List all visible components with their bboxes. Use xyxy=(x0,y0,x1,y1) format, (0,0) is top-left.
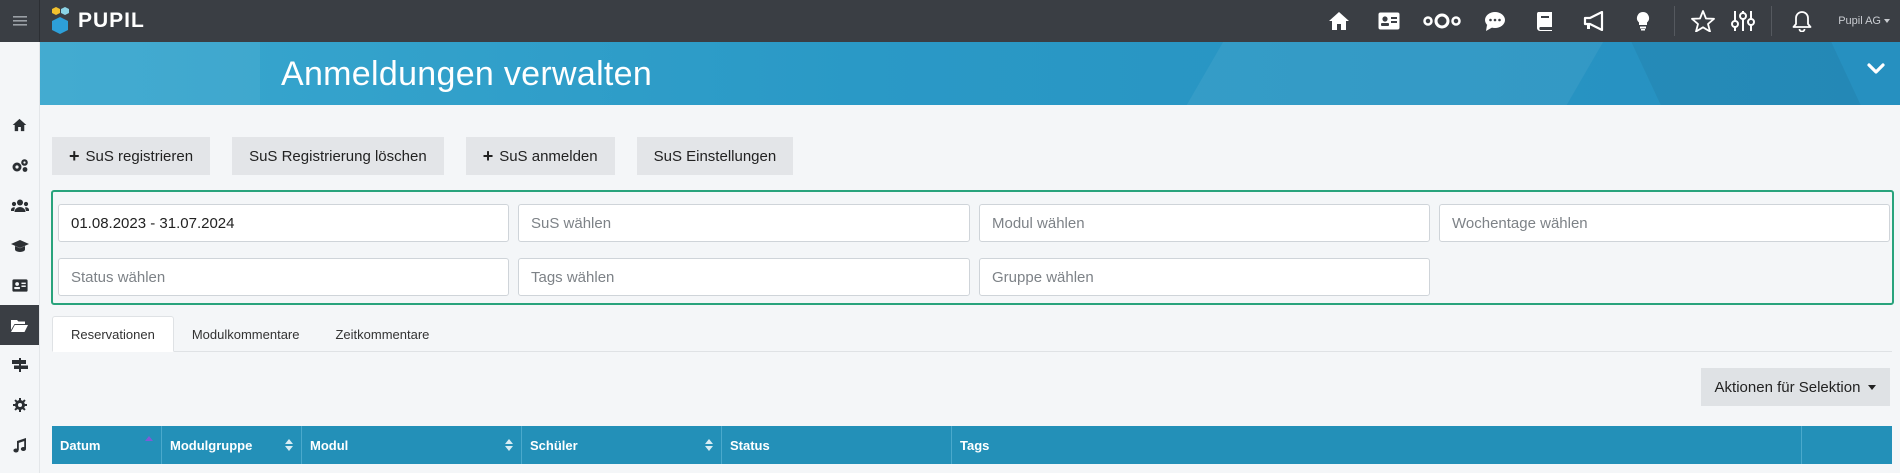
weekdays-select[interactable]: Wochentage wählen xyxy=(1439,204,1890,242)
register-students-button[interactable]: + SuS registrieren xyxy=(52,137,211,175)
sidebar-item-signs[interactable] xyxy=(0,345,39,385)
tab-bar: Reservationen Modulkommentare Zeitkommen… xyxy=(52,316,1892,352)
column-header-tags[interactable]: Tags xyxy=(952,426,1802,464)
tab-module-comments[interactable]: Modulkommentare xyxy=(174,316,318,352)
action-toolbar: + SuS registrieren SuS Registrierung lös… xyxy=(52,137,794,175)
page-header-banner: Anmeldungen verwalten xyxy=(0,42,1900,105)
sort-icon xyxy=(705,439,713,451)
navbar-divider xyxy=(1674,6,1676,36)
plus-icon: + xyxy=(69,146,80,166)
sidebar-item-home[interactable] xyxy=(0,105,39,145)
nav-favorites-button[interactable] xyxy=(1683,0,1723,42)
tab-time-comments[interactable]: Zeitkommentare xyxy=(317,316,447,352)
chevron-down-icon xyxy=(1867,63,1885,74)
music-note-icon xyxy=(12,437,26,452)
sidebar-item-configuration[interactable] xyxy=(0,385,39,425)
app-logo[interactable]: PUPIL xyxy=(50,6,145,36)
page-title: Anmeldungen verwalten xyxy=(281,55,653,93)
sidebar-item-users[interactable] xyxy=(0,185,39,225)
tab-reservations[interactable]: Reservationen xyxy=(52,316,174,352)
caret-down-icon xyxy=(1868,384,1877,390)
date-range-input[interactable]: 01.08.2023 - 31.07.2024 xyxy=(58,204,509,242)
sort-ascending-icon xyxy=(145,436,153,441)
logo-hexagons-icon xyxy=(52,7,69,34)
cogs-icon xyxy=(12,158,28,172)
students-select[interactable]: SuS wählen xyxy=(518,204,970,242)
header-collapse-button[interactable] xyxy=(1866,62,1886,81)
users-icon xyxy=(10,199,29,212)
graduation-cap-icon xyxy=(10,239,29,252)
enroll-students-button[interactable]: + SuS anmelden xyxy=(465,137,615,175)
plus-icon: + xyxy=(482,146,494,166)
sidebar-item-registrations[interactable] xyxy=(0,305,39,345)
nav-nextcloud-button[interactable] xyxy=(1414,0,1470,42)
table-header: Datum Modulgruppe Modul Schüler Status T… xyxy=(52,426,1892,464)
sort-icon xyxy=(285,439,293,451)
column-header-date[interactable]: Datum xyxy=(52,426,162,464)
nav-book-button[interactable] xyxy=(1520,0,1570,42)
signpost-icon xyxy=(11,358,28,372)
id-card-icon xyxy=(11,278,28,292)
hamburger-icon xyxy=(12,16,27,26)
column-header-status[interactable]: Status xyxy=(722,426,952,464)
menu-toggle-button[interactable] xyxy=(0,0,40,42)
gear-icon xyxy=(12,398,27,412)
nextcloud-icon xyxy=(1423,13,1461,29)
filter-panel: 01.08.2023 - 31.07.2024 SuS wählen Modul… xyxy=(51,190,1894,305)
sort-icon xyxy=(505,439,513,451)
lightbulb-icon xyxy=(1637,11,1650,31)
sliders-icon xyxy=(1731,11,1756,31)
module-select[interactable]: Modul wählen xyxy=(979,204,1430,242)
column-header-module[interactable]: Modul xyxy=(302,426,522,464)
nav-filters-button[interactable] xyxy=(1723,0,1763,42)
selection-actions-dropdown[interactable]: Aktionen für Selektion xyxy=(1701,368,1890,406)
tags-select[interactable]: Tags wählen xyxy=(518,258,970,296)
id-card-icon xyxy=(1378,12,1400,30)
navbar-divider xyxy=(1771,6,1773,36)
star-icon xyxy=(1691,10,1716,32)
sidebar-item-music[interactable] xyxy=(0,425,39,465)
student-settings-button[interactable]: SuS Einstellungen xyxy=(636,137,794,175)
megaphone-icon xyxy=(1584,11,1604,31)
bell-icon xyxy=(1792,11,1812,32)
chevron-down-icon xyxy=(1884,19,1890,23)
status-select[interactable]: Status wählen xyxy=(58,258,509,296)
sidebar-item-contacts[interactable] xyxy=(0,265,39,305)
folder-open-icon xyxy=(11,319,28,332)
top-navbar: PUPIL Pupil AG xyxy=(0,0,1900,42)
sidebar-item-education[interactable] xyxy=(0,225,39,265)
delete-registration-button[interactable]: SuS Registrierung löschen xyxy=(232,137,444,175)
sidebar xyxy=(0,42,40,473)
home-icon xyxy=(12,118,27,132)
column-header-extra xyxy=(1802,426,1892,464)
column-header-module-group[interactable]: Modulgruppe xyxy=(162,426,302,464)
user-name: Pupil AG xyxy=(1838,15,1881,27)
nav-notifications-button[interactable] xyxy=(1780,0,1824,42)
logo-text: PUPIL xyxy=(78,9,145,32)
chat-bubble-icon xyxy=(1485,12,1506,31)
nav-announcements-button[interactable] xyxy=(1570,0,1620,42)
nav-home-button[interactable] xyxy=(1314,0,1364,42)
nav-chat-button[interactable] xyxy=(1470,0,1520,42)
nav-ideas-button[interactable] xyxy=(1620,0,1666,42)
home-icon xyxy=(1329,12,1350,30)
group-select[interactable]: Gruppe wählen xyxy=(979,258,1430,296)
book-icon xyxy=(1537,12,1553,31)
column-header-student[interactable]: Schüler xyxy=(522,426,722,464)
sidebar-item-settings[interactable] xyxy=(0,145,39,185)
user-menu[interactable]: Pupil AG xyxy=(1838,15,1890,27)
nav-contacts-button[interactable] xyxy=(1364,0,1414,42)
